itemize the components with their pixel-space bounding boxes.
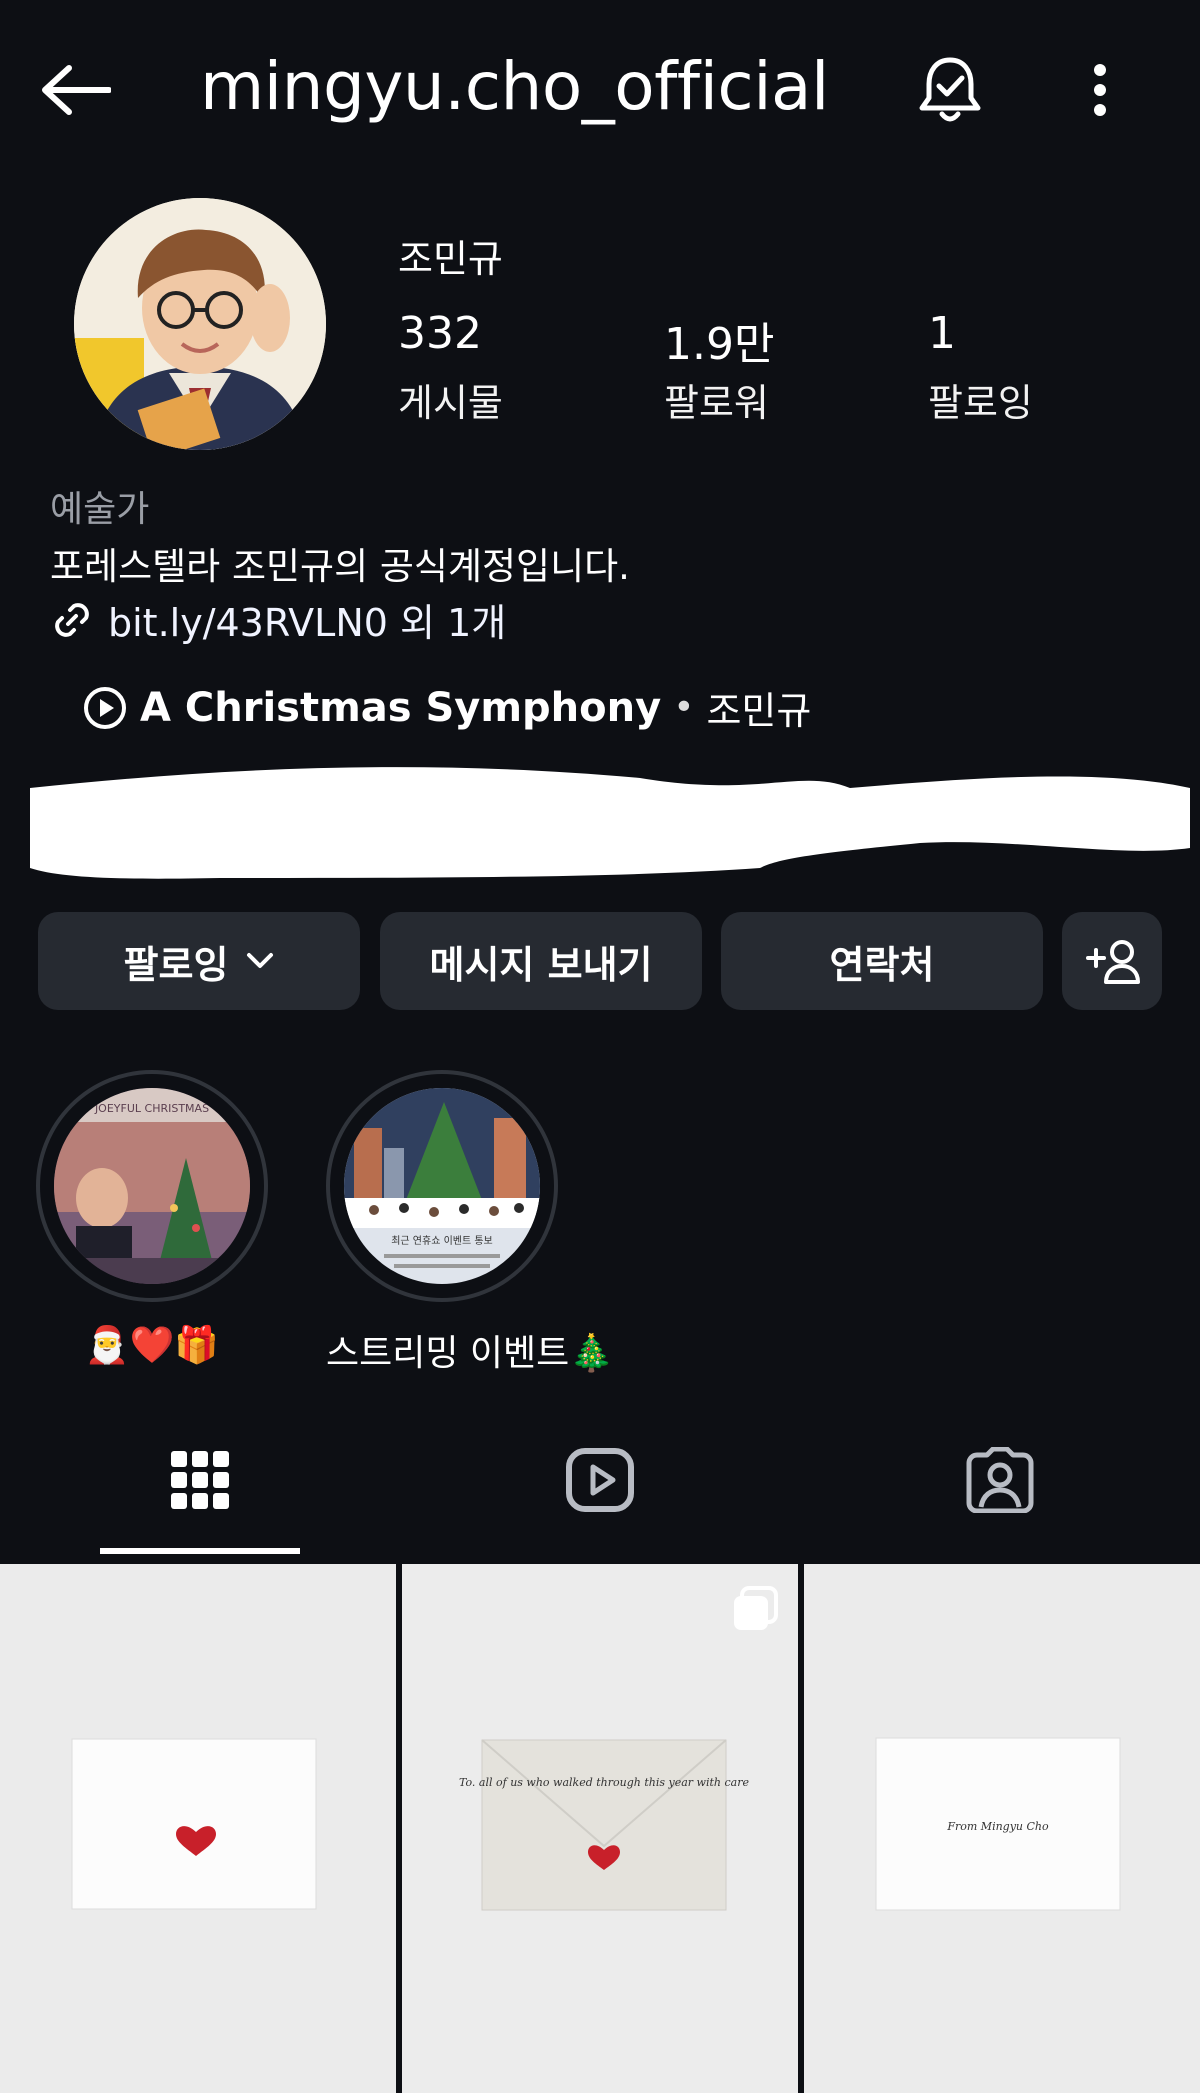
tab-posts-grid[interactable]: [0, 1420, 400, 1540]
redaction-scribble: [30, 767, 1190, 879]
more-options-button[interactable]: [1060, 45, 1140, 135]
post-image-from-card: From Mingyu Cho: [804, 1564, 1200, 2093]
back-button[interactable]: [30, 50, 120, 130]
contact-button[interactable]: 연락처: [721, 912, 1043, 1010]
story-highlight[interactable]: JOEYFUL CHRISTMAS 🎅❤️🎁: [36, 1070, 268, 1366]
highlight-2-caption: 최근 연휴쇼 이벤트 통보: [391, 1235, 493, 1247]
profile-username: mingyu.cho_official: [200, 48, 829, 125]
posts-grid: To. all of us who walked through this ye…: [0, 1564, 1200, 2093]
highlight-ring: JOEYFUL CHRISTMAS: [36, 1070, 268, 1302]
post-thumbnail[interactable]: [0, 1564, 396, 2093]
highlight-label: 🎅❤️🎁: [84, 1325, 220, 1366]
post-image-heart-card: [0, 1564, 396, 2093]
active-tab-indicator: [100, 1548, 300, 1554]
music-separator: •: [673, 687, 695, 728]
tagged-user-icon: [966, 1447, 1034, 1513]
grid-icon: [171, 1451, 229, 1509]
reels-icon: [566, 1448, 634, 1512]
profile-link-text[interactable]: bit.ly/43RVLN0 외 1개: [108, 592, 506, 647]
play-circle-icon: [84, 686, 126, 729]
profile-bio: 포레스텔라 조민규의 공식계정입니다.: [50, 545, 630, 588]
highlight-label: 스트리밍 이벤트🎄: [326, 1333, 615, 1374]
card-text: From Mingyu Cho: [946, 1820, 1049, 1833]
music-artist: 조민규: [706, 689, 812, 733]
message-button-label: 메시지 보내기: [429, 942, 653, 987]
highlight-cover-streaming-event: 최근 연휴쇼 이벤트 통보: [344, 1088, 540, 1284]
post-image-envelope: To. all of us who walked through this ye…: [402, 1564, 798, 2093]
profile-music[interactable]: A Christmas Symphony • 조민규: [82, 680, 811, 735]
envelope-text: To. all of us who walked through this ye…: [459, 1776, 749, 1789]
profile-avatar[interactable]: [74, 198, 326, 450]
avatar-photo: [74, 198, 326, 450]
posts-label[interactable]: 게시물: [398, 372, 503, 427]
music-title: A Christmas Symphony: [140, 684, 662, 731]
bell-check-icon: [919, 57, 981, 122]
story-highlight[interactable]: 최근 연휴쇼 이벤트 통보 스트리밍 이벤트🎄: [326, 1070, 614, 1376]
following-label[interactable]: 팔로잉: [928, 372, 1033, 427]
arrow-left-icon: [42, 65, 111, 115]
tab-tagged[interactable]: [800, 1420, 1200, 1540]
link-icon: [55, 602, 89, 637]
suggested-users-button[interactable]: [1062, 912, 1162, 1010]
followers-label[interactable]: 팔로워: [664, 372, 769, 427]
account-category: 예술가: [50, 489, 150, 530]
highlight-cover-christmas: JOEYFUL CHRISTMAS: [54, 1088, 250, 1284]
post-thumbnail[interactable]: To. all of us who walked through this ye…: [402, 1564, 798, 2093]
following-button-label: 팔로잉: [123, 942, 229, 987]
following-button[interactable]: 팔로잉: [38, 912, 360, 1010]
contact-button-label: 연락처: [829, 942, 935, 987]
following-count[interactable]: 1: [928, 308, 956, 359]
notifications-button[interactable]: [905, 45, 995, 135]
chevron-down-icon: [247, 953, 274, 968]
posts-count[interactable]: 332: [398, 308, 482, 359]
add-user-icon: [1086, 940, 1140, 984]
display-name: 조민규: [398, 237, 503, 281]
highlight-1-caption: JOEYFUL CHRISTMAS: [94, 1102, 209, 1115]
highlight-ring: 최근 연휴쇼 이벤트 통보: [326, 1070, 558, 1302]
message-button[interactable]: 메시지 보내기: [380, 912, 702, 1010]
tab-reels[interactable]: [400, 1420, 800, 1540]
followers-count[interactable]: 1.9만: [664, 308, 774, 372]
more-vertical-icon: [1094, 64, 1106, 116]
post-thumbnail[interactable]: From Mingyu Cho: [804, 1564, 1200, 2093]
multi-photo-icon: [734, 1586, 778, 1630]
profile-link[interactable]: bit.ly/43RVLN0 외 1개: [50, 592, 506, 647]
